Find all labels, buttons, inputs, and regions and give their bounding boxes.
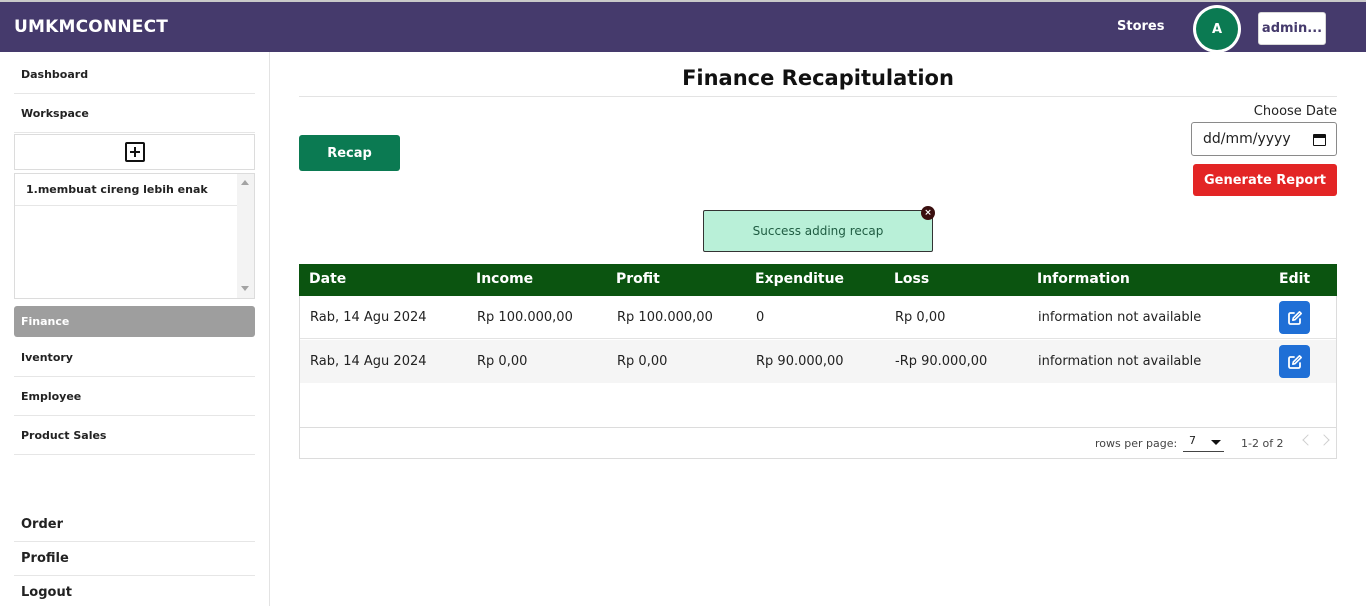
cell-income: Rp 0,00 [477,354,528,369]
column-header-expenditure: Expenditue [755,271,845,287]
cell-expenditure: Rp 90.000,00 [756,354,844,369]
cell-profit: Rp 0,00 [617,354,668,369]
recap-button[interactable]: Recap [299,135,400,171]
date-placeholder: dd/mm/yyyy [1203,131,1291,147]
sidebar-item-inventory[interactable]: Iventory [14,338,255,377]
workspace-list-item[interactable]: 1.membuat cireng lebih enak [15,174,237,206]
cell-profit: Rp 100.000,00 [617,310,713,325]
caret-down-icon [1211,440,1221,445]
chevron-right-icon[interactable] [1318,434,1330,446]
close-icon[interactable]: × [921,206,935,220]
avatar-button[interactable]: A [1193,5,1241,53]
generate-report-button[interactable]: Generate Report [1193,164,1337,196]
alert-message: Success adding recap [752,224,884,238]
plus-square-icon [124,142,145,162]
table-row: Rab, 14 Agu 2024 Rp 0,00 Rp 0,00 Rp 90.0… [300,340,1336,383]
sidebar-item-logout[interactable]: Logout [14,575,255,609]
sidebar-item-workspace[interactable]: Workspace [14,94,255,133]
sidebar-item-finance[interactable]: Finance [14,306,255,337]
column-header-profit: Profit [616,271,660,287]
cell-expenditure: 0 [756,310,765,325]
cell-date: Rab, 14 Agu 2024 [310,310,427,325]
sidebar-item-employee[interactable]: Employee [14,377,255,416]
sidebar: Dashboard Workspace 1.membuat cireng leb… [0,52,270,606]
rows-per-page-value: 7 [1189,434,1196,447]
table-header: Date Income Profit Expenditue Loss Infor… [299,264,1337,296]
workspace-list: 1.membuat cireng lebih enak [14,173,255,299]
rows-per-page-label: rows per page: [1095,437,1178,450]
column-header-loss: Loss [894,271,930,287]
rows-per-page-select[interactable]: 7 [1183,434,1224,452]
sidebar-item-profile[interactable]: Profile [14,542,255,576]
calendar-icon[interactable] [1313,134,1326,146]
page-title: Finance Recapitulation [299,66,1337,97]
column-header-date: Date [309,271,347,287]
workspace-scrollbar[interactable] [237,174,254,298]
sidebar-item-order[interactable]: Order [14,508,255,542]
table-row: Rab, 14 Agu 2024 Rp 100.000,00 Rp 100.00… [300,296,1336,339]
cell-loss: Rp 0,00 [895,310,946,325]
top-navbar: UMKMCONNECT Stores A admin... [0,0,1366,53]
admin-menu-button[interactable]: admin... [1258,12,1326,45]
cell-information: information not available [1038,354,1202,369]
sidebar-item-product-sales[interactable]: Product Sales [14,416,255,455]
brand-logo[interactable]: UMKMCONNECT [14,17,168,37]
column-header-edit: Edit [1279,271,1311,287]
column-header-information: Information [1037,271,1130,287]
finance-table: Date Income Profit Expenditue Loss Infor… [299,264,1337,459]
column-header-income: Income [476,271,534,287]
success-alert: Success adding recap [703,210,933,252]
choose-date-label: Choose Date [1253,104,1337,119]
scroll-up-icon[interactable] [241,180,249,185]
edit-row-button[interactable] [1279,301,1310,334]
sidebar-item-dashboard[interactable]: Dashboard [14,55,255,94]
date-input[interactable]: dd/mm/yyyy [1191,122,1337,156]
edit-icon [1287,354,1302,369]
add-workspace-button[interactable] [14,134,255,170]
scroll-down-icon[interactable] [241,286,249,291]
stores-link[interactable]: Stores [1117,19,1164,34]
cell-information: information not available [1038,310,1202,325]
avatar: A [1196,8,1238,50]
table-pagination: rows per page: 7 1-2 of 2 [300,427,1336,458]
cell-income: Rp 100.000,00 [477,310,573,325]
cell-date: Rab, 14 Agu 2024 [310,354,427,369]
pagination-range: 1-2 of 2 [1241,437,1284,450]
chevron-left-icon[interactable] [1302,434,1314,446]
edit-row-button[interactable] [1279,345,1310,378]
cell-loss: -Rp 90.000,00 [895,354,988,369]
edit-icon [1287,310,1302,325]
